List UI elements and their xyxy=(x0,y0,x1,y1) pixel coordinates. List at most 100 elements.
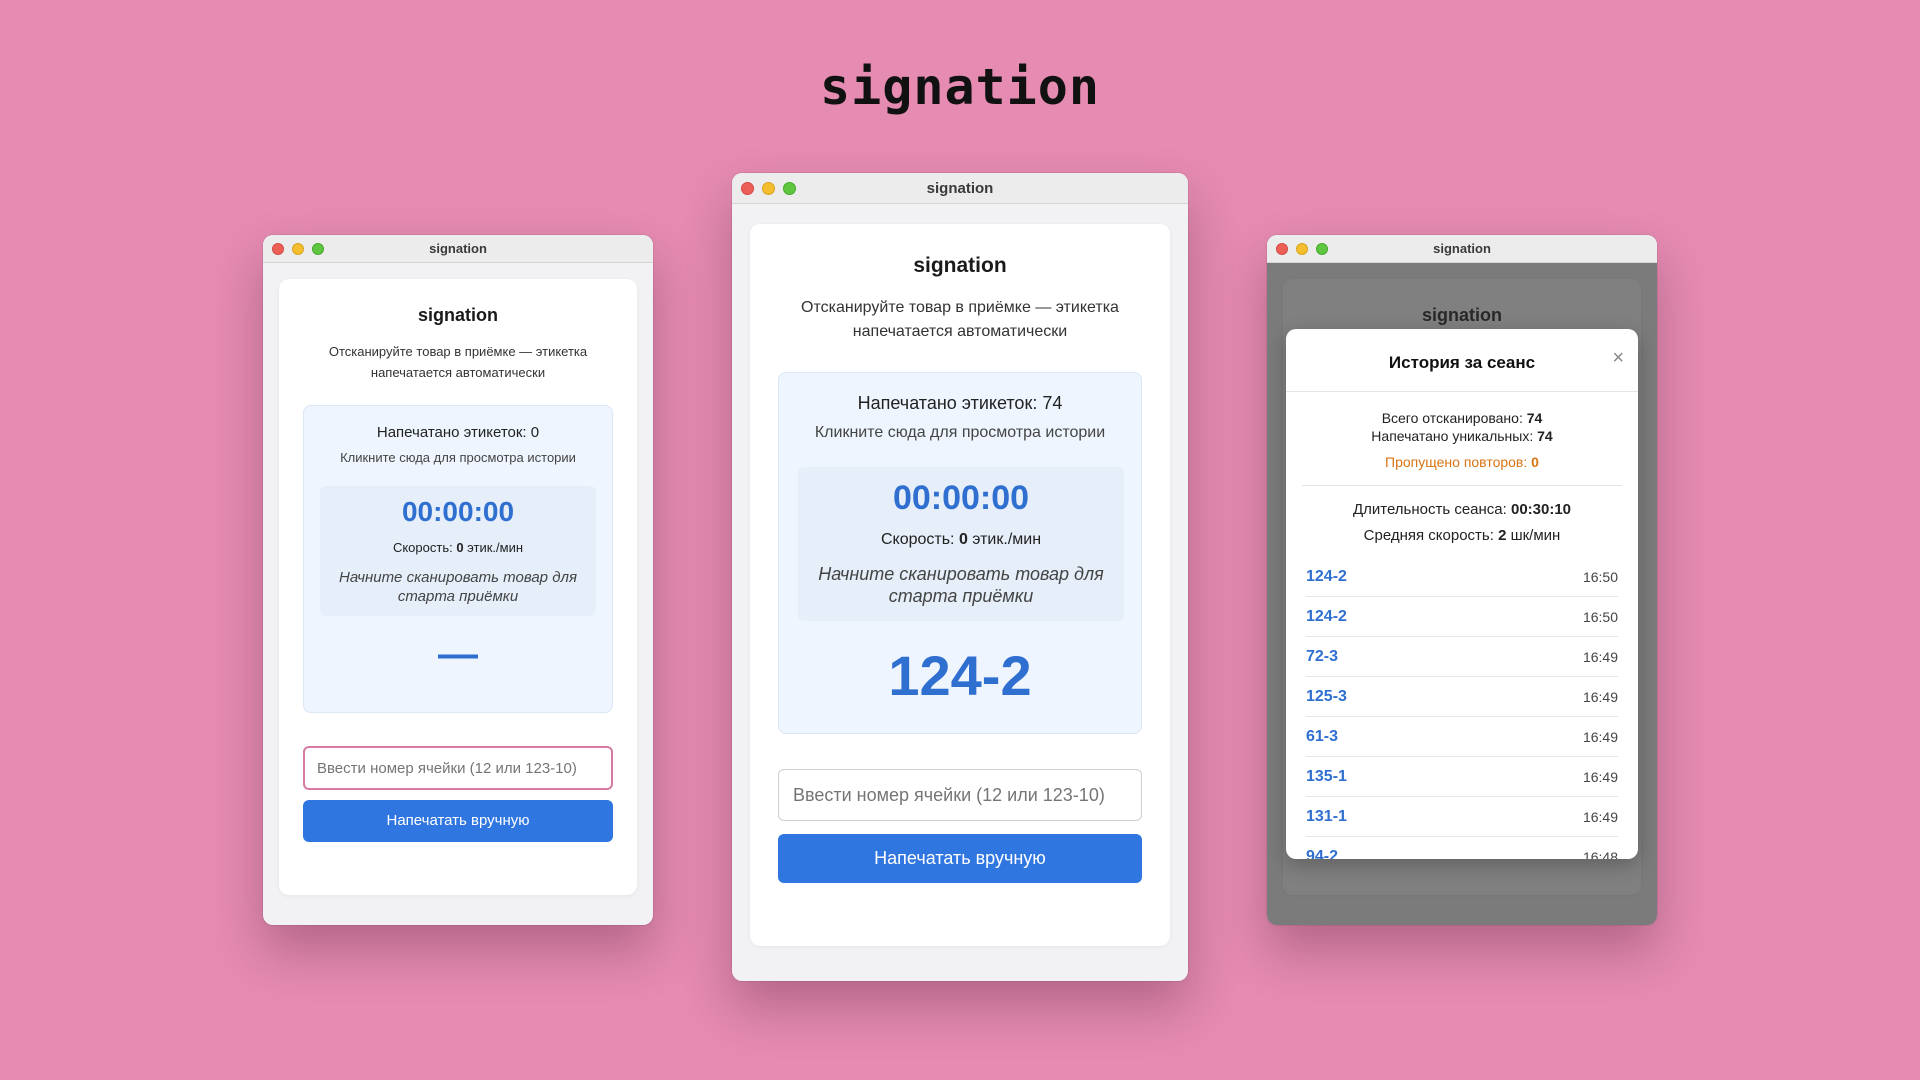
history-cell-number[interactable]: 125-3 xyxy=(1306,688,1347,706)
stat-value: 74 xyxy=(1537,428,1553,444)
speed-value: 0 xyxy=(958,531,968,548)
minimize-window-button[interactable] xyxy=(762,182,775,195)
minimize-window-button[interactable] xyxy=(292,243,304,255)
speed-readout: Скорость: 0 этик./мин xyxy=(320,540,596,555)
last-cell-number: — xyxy=(438,632,478,676)
stat-label: Напечатано уникальных: xyxy=(1371,428,1538,444)
unique-printed: Напечатано уникальных: 74 xyxy=(1286,427,1638,445)
history-row[interactable]: 131-1 16:49 xyxy=(1306,797,1618,837)
hint-line: старта приёмки xyxy=(888,586,1034,606)
app-title: signation xyxy=(418,305,498,325)
stat-value: 0 xyxy=(1531,454,1539,470)
speed-value: 0 xyxy=(456,540,464,555)
session-duration: Длительность сеанса: 00:30:10 xyxy=(1286,497,1638,523)
history-list[interactable]: 124-2 16:50 124-2 16:50 72-3 16:49 125-3 16:49 6… xyxy=(1306,557,1618,859)
history-cell-number[interactable]: 124-2 xyxy=(1306,608,1347,626)
stat-label: Пропущено повторов: xyxy=(1385,454,1532,470)
main-card: signation Отсканируйте товар в приёмке —… xyxy=(279,279,637,895)
skipped-repeats: Пропущено повторов: 0 xyxy=(1286,453,1638,471)
history-time: 16:49 xyxy=(1582,808,1618,825)
history-link[interactable]: Кликните сюда для просмотра истории xyxy=(304,450,612,465)
history-row[interactable]: 124-2 16:50 xyxy=(1306,597,1618,637)
history-time: 16:49 xyxy=(1582,688,1618,705)
history-cell-number[interactable]: 135-1 xyxy=(1306,768,1347,786)
cell-number-input[interactable] xyxy=(303,746,613,790)
traffic-lights xyxy=(1276,243,1328,255)
history-row[interactable]: 94-2 16:48 xyxy=(1306,837,1618,860)
session-stats: Длительность сеанса: 00:30:10 Средняя ск… xyxy=(1286,497,1638,549)
history-cell-number[interactable]: 94-2 xyxy=(1306,848,1338,860)
scan-stats: Всего отсканировано: 74 Напечатано уника… xyxy=(1286,409,1638,471)
window-title: signation xyxy=(1433,241,1491,256)
close-icon[interactable]: × xyxy=(1612,347,1624,370)
history-row[interactable]: 72-3 16:49 xyxy=(1306,637,1618,677)
status-panel: Напечатано этикеток: 0 Кликните сюда для… xyxy=(303,405,613,713)
history-row[interactable]: 124-2 16:50 xyxy=(1306,557,1618,597)
printed-count: Напечатано этикеток: 0 xyxy=(376,424,540,441)
close-window-button[interactable] xyxy=(1276,243,1288,255)
stat-label: Средняя скорость: xyxy=(1363,527,1499,544)
history-time: 16:49 xyxy=(1582,648,1618,665)
hint-line: старта приёмки xyxy=(397,588,519,605)
stat-unit: шк/мин xyxy=(1506,527,1561,544)
zoom-window-button[interactable] xyxy=(312,243,324,255)
stat-label: Всего отсканировано: xyxy=(1381,410,1527,426)
close-window-button[interactable] xyxy=(741,182,754,195)
titlebar: signation xyxy=(1267,235,1657,263)
app-title: signation xyxy=(913,254,1007,277)
subtitle-line: Отсканируйте товар в приёмке — этикетка xyxy=(801,299,1119,316)
modal-title: История за сеанс xyxy=(1388,353,1536,372)
titlebar: signation xyxy=(263,235,653,263)
subtitle: Отсканируйте товар в приёмке — этикетка … xyxy=(750,296,1170,344)
minimize-window-button[interactable] xyxy=(1296,243,1308,255)
history-row[interactable]: 125-3 16:49 xyxy=(1306,677,1618,717)
history-time: 16:50 xyxy=(1582,568,1618,585)
history-modal: История за сеанс × Всего отсканировано: … xyxy=(1286,329,1638,859)
subtitle-line: напечатается автоматически xyxy=(370,365,546,380)
history-row[interactable]: 61-3 16:49 xyxy=(1306,717,1618,757)
timer-box: 00:00:00 Скорость: 0 этик./мин Начните с… xyxy=(320,486,596,616)
printed-count: Напечатано этикеток: 74 xyxy=(857,393,1063,413)
average-speed: Средняя скорость: 2 шк/мин xyxy=(1286,523,1638,549)
divider xyxy=(1302,485,1622,486)
history-time: 16:49 xyxy=(1582,728,1618,745)
traffic-lights xyxy=(272,243,324,255)
zoom-window-button[interactable] xyxy=(783,182,796,195)
print-manually-button[interactable]: Напечатать вручную xyxy=(778,834,1142,883)
stat-value: 74 xyxy=(1526,410,1543,426)
subtitle: Отсканируйте товар в приёмке — этикетка … xyxy=(279,341,637,383)
history-cell-number[interactable]: 131-1 xyxy=(1306,808,1347,826)
start-hint: Начните сканировать товар для старта при… xyxy=(798,563,1124,607)
subtitle-line: напечатается автоматически xyxy=(852,323,1068,340)
main-card: signation Отсканируйте товар в приёмке —… xyxy=(750,224,1170,946)
speed-readout: Скорость: 0 этик./мин xyxy=(798,531,1124,549)
history-time: 16:48 xyxy=(1582,848,1618,860)
history-link[interactable]: Кликните сюда для просмотра истории xyxy=(779,424,1141,442)
close-window-button[interactable] xyxy=(272,243,284,255)
history-cell-number[interactable]: 72-3 xyxy=(1306,648,1338,666)
window-title: signation xyxy=(926,180,994,197)
window-center: signation signation Отсканируйте товар в… xyxy=(732,173,1188,981)
speed-unit: этик./мин xyxy=(463,540,524,555)
traffic-lights xyxy=(741,182,796,195)
hint-line: Начните сканировать товар для xyxy=(339,569,577,586)
hint-line: Начните сканировать товар для xyxy=(818,564,1104,584)
window-left: signation signation Отсканируйте товар в… xyxy=(263,235,653,925)
timer-box: 00:00:00 Скорость: 0 этик./мин Начните с… xyxy=(798,467,1124,621)
speed-label: Скорость: xyxy=(392,540,457,555)
session-timer: 00:00:00 xyxy=(892,479,1030,517)
start-hint: Начните сканировать товар для старта при… xyxy=(320,568,596,606)
window-right: signation signation История за сеанс × В… xyxy=(1267,235,1657,925)
stat-label: Длительность сеанса: xyxy=(1352,501,1511,518)
titlebar: signation xyxy=(732,173,1188,204)
speed-label: Скорость: xyxy=(880,531,959,548)
cell-number-input[interactable] xyxy=(778,769,1142,821)
brand-logo: signation xyxy=(820,58,1100,116)
history-row[interactable]: 135-1 16:49 xyxy=(1306,757,1618,797)
stat-value: 00:30:10 xyxy=(1510,501,1572,518)
zoom-window-button[interactable] xyxy=(1316,243,1328,255)
history-cell-number[interactable]: 124-2 xyxy=(1306,568,1347,586)
print-manually-button[interactable]: Напечатать вручную xyxy=(303,800,613,842)
history-cell-number[interactable]: 61-3 xyxy=(1306,728,1338,746)
history-time: 16:49 xyxy=(1582,768,1618,785)
